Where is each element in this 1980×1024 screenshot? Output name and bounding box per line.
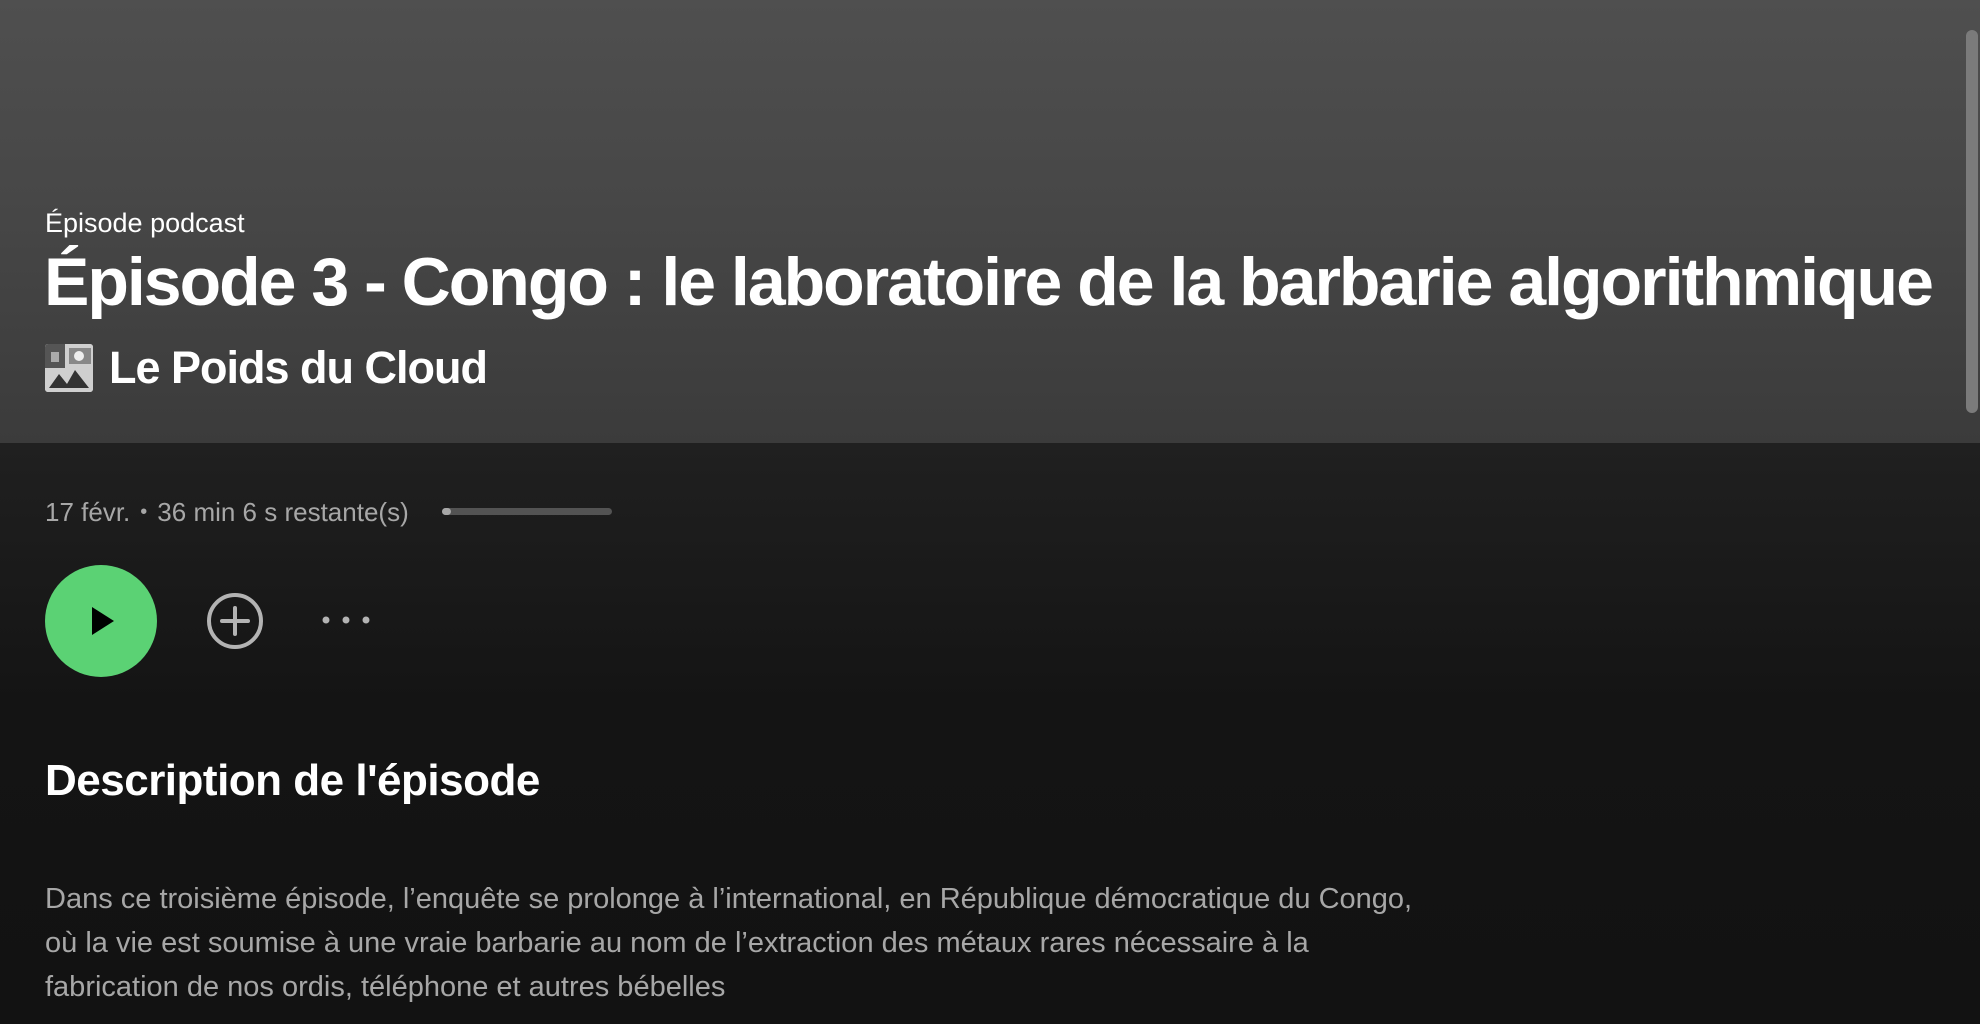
more-options-button[interactable] [318, 605, 374, 635]
add-to-library-button[interactable] [205, 591, 265, 651]
episode-type-label: Épisode podcast [45, 208, 245, 238]
show-name: Le Poids du Cloud [109, 342, 488, 393]
description-heading: Description de l'épisode [45, 756, 540, 805]
progress-fill [442, 508, 451, 515]
episode-description: Dans ce troisième épisode, l’enquête se … [45, 883, 1413, 1003]
show-thumbnail [45, 344, 93, 392]
scrollbar[interactable] [1962, 0, 1980, 1024]
meta-separator: • [140, 501, 148, 523]
episode-page: Épisode podcast Épisode 3 - Congo : le l… [0, 0, 1980, 1024]
scrollbar-thumb[interactable] [1966, 30, 1978, 413]
show-link[interactable]: Le Poids du Cloud [45, 342, 488, 394]
more-horizontal-icon [322, 616, 370, 624]
listening-progress-bar [442, 508, 612, 515]
plus-circle-icon [207, 593, 263, 649]
episode-header: Épisode podcast Épisode 3 - Congo : le l… [0, 0, 1980, 443]
play-button[interactable] [45, 565, 157, 677]
episode-date: 17 févr. [45, 497, 131, 527]
time-remaining: 36 min 6 s restante(s) [157, 497, 409, 527]
episode-meta: 17 févr. • 36 min 6 s restante(s) [45, 497, 409, 528]
episode-title: Épisode 3 - Congo : le laboratoire de la… [44, 244, 1934, 320]
play-icon [92, 607, 114, 635]
